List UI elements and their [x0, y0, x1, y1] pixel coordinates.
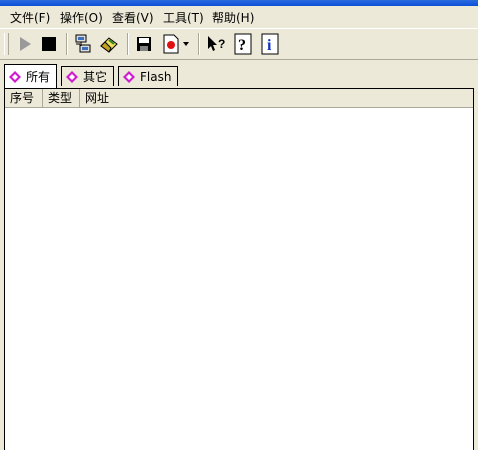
toolbar-separator [66, 33, 68, 55]
svg-text:?: ? [238, 37, 246, 54]
toolbar-separator [127, 33, 129, 55]
diamond-icon [66, 70, 78, 83]
save-icon [137, 37, 151, 51]
url-list[interactable]: 序号 类型 网址 [4, 88, 474, 450]
whats-this-button[interactable]: ? [205, 32, 227, 56]
toolbar-separator [198, 33, 200, 55]
menu-help[interactable]: 帮助(H) [212, 10, 254, 26]
help-button[interactable]: ? [232, 32, 254, 56]
whats-this-icon: ? [208, 36, 225, 51]
window-border [474, 88, 478, 450]
toolbar-grip[interactable] [4, 33, 9, 55]
play-icon [20, 37, 31, 51]
menu-bar: 文件(F) 操作(O) 查看(V) 工具(T) 帮助(H) [0, 6, 478, 28]
tab-label: 所有 [26, 70, 51, 84]
tab-label: Flash [140, 69, 172, 84]
play-button[interactable] [14, 32, 36, 56]
stop-icon [42, 37, 56, 51]
menu-view[interactable]: 查看(V) [112, 10, 154, 26]
column-header-index[interactable]: 序号 [5, 89, 43, 107]
tab-other[interactable]: 其它 [61, 66, 115, 86]
eraser-button[interactable] [98, 32, 120, 56]
export-icon [163, 34, 179, 54]
svg-text:i: i [267, 37, 272, 54]
diamond-icon [9, 70, 21, 83]
stop-button[interactable] [38, 32, 60, 56]
export-dropdown[interactable] [180, 32, 192, 56]
tab-flash[interactable]: Flash [118, 66, 179, 86]
menu-file[interactable]: 文件(F) [10, 10, 50, 26]
network-icon [75, 34, 91, 53]
list-header: 序号 类型 网址 [5, 89, 473, 108]
export-button[interactable] [160, 32, 182, 56]
save-button[interactable] [133, 32, 155, 56]
menu-tools[interactable]: 工具(T) [163, 10, 204, 26]
info-button[interactable]: i [259, 32, 281, 56]
toolbar: ? ? i [0, 28, 478, 60]
diamond-icon [123, 70, 135, 83]
eraser-icon [100, 37, 118, 53]
tab-all[interactable]: 所有 [4, 64, 58, 88]
info-icon: i [261, 33, 279, 55]
help-icon: ? [234, 33, 252, 55]
menu-operation[interactable]: 操作(O) [60, 10, 103, 26]
column-header-type[interactable]: 类型 [43, 89, 80, 107]
svg-text:?: ? [218, 37, 225, 51]
network-button[interactable] [72, 32, 94, 56]
dropdown-arrow-icon [183, 42, 189, 46]
column-header-url[interactable]: 网址 [80, 89, 120, 107]
tab-label: 其它 [83, 70, 108, 84]
